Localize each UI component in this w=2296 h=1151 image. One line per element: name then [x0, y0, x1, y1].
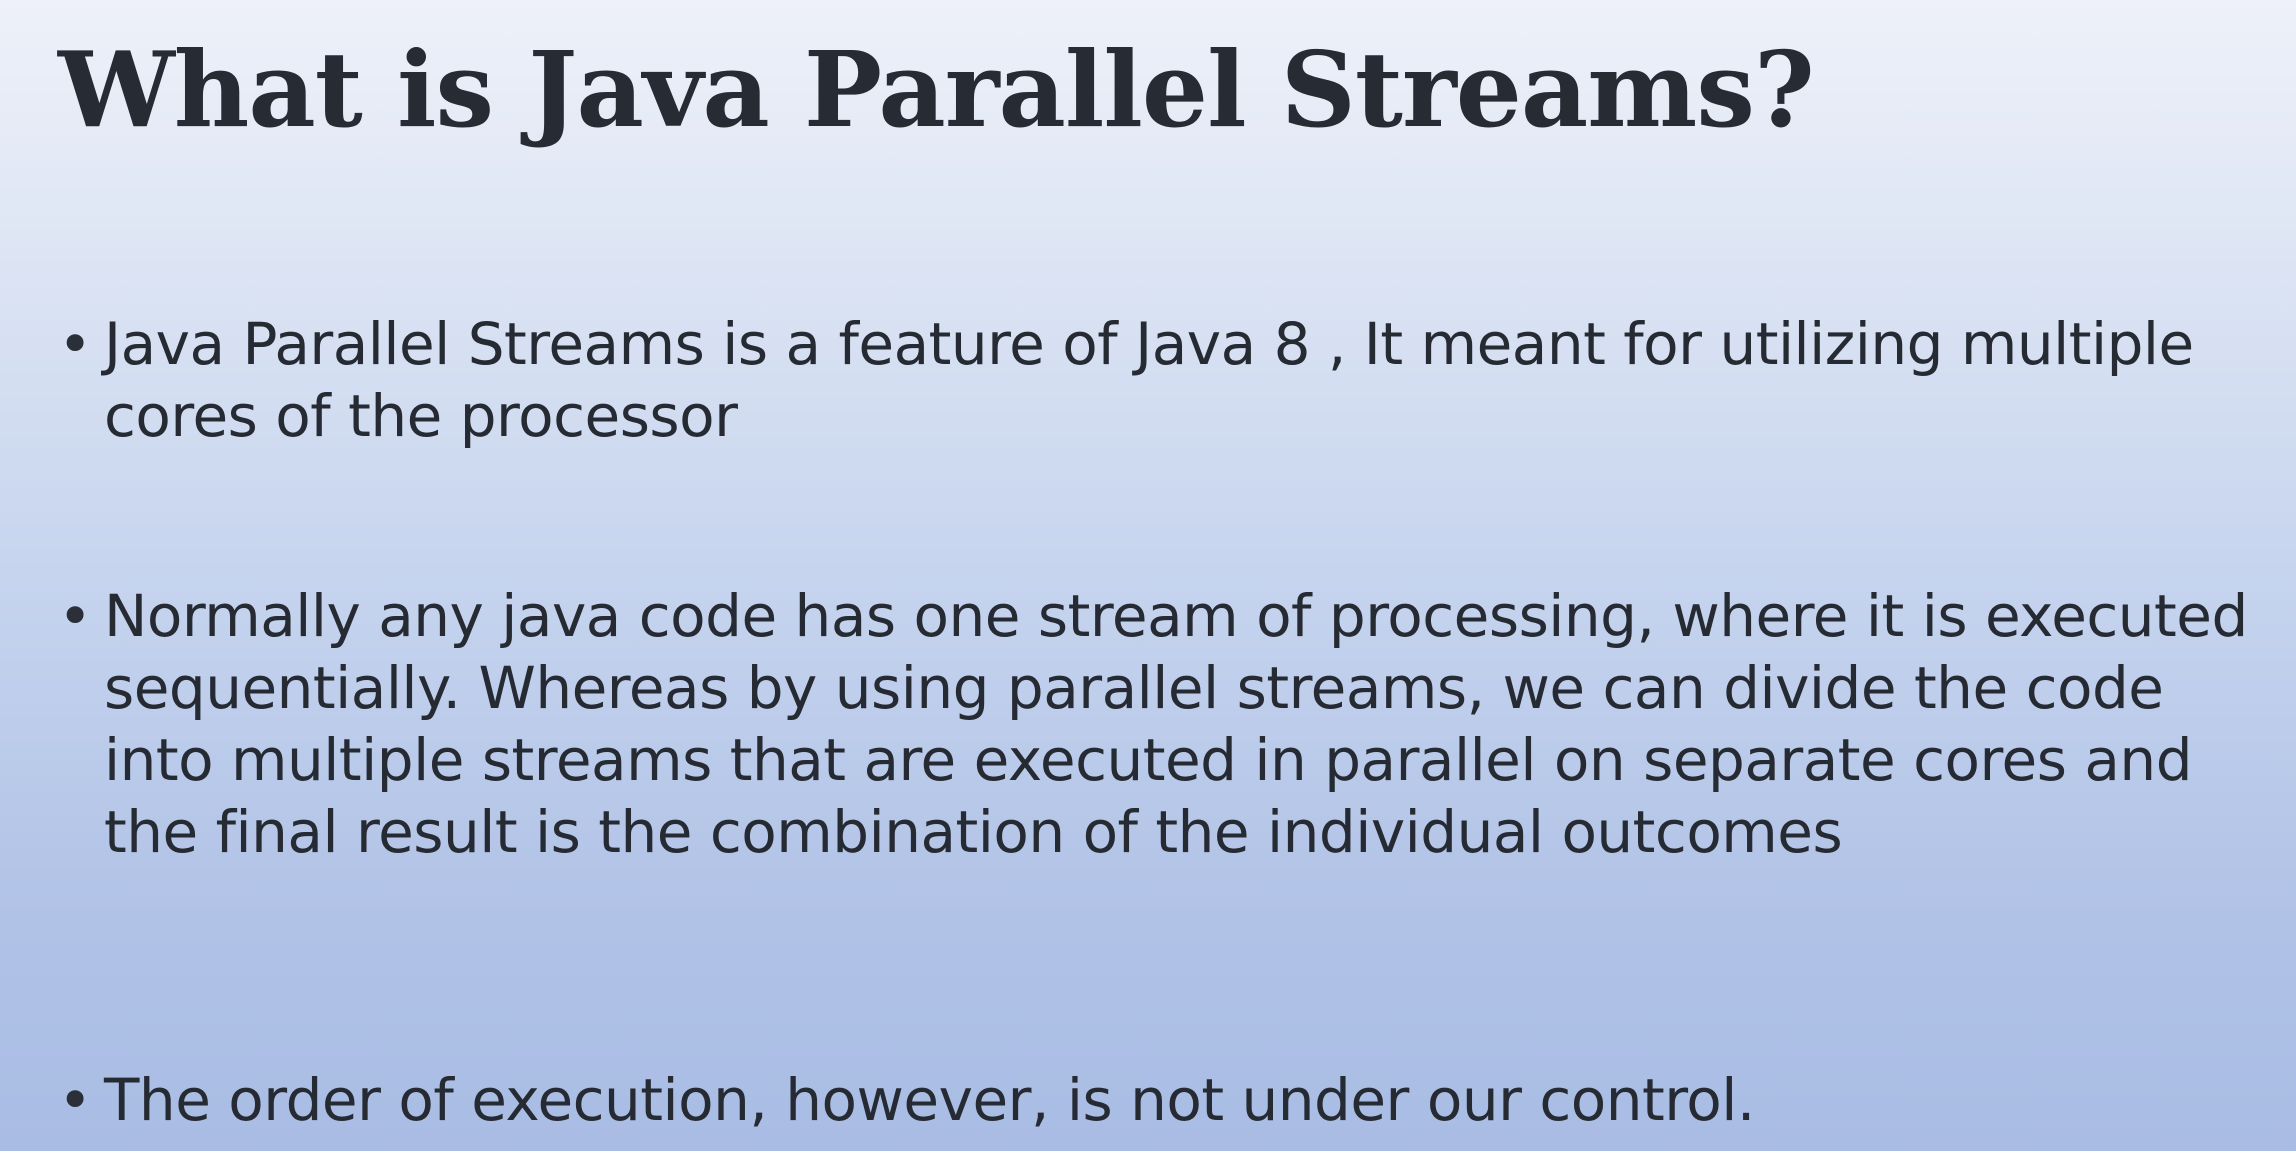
bullet-text: Normally any java code has one stream of…: [104, 582, 2248, 866]
slide: What is Java Parallel Streams? • Java Pa…: [0, 0, 2296, 1151]
bullet-text: The order of execution, however, is not …: [104, 1066, 1755, 1134]
bullet-icon: •: [58, 310, 93, 378]
bullet-icon: •: [58, 1066, 93, 1134]
slide-title: What is Java Parallel Streams?: [58, 28, 1815, 151]
bullet-icon: •: [58, 582, 93, 650]
bullet-text: Java Parallel Streams is a feature of Ja…: [104, 310, 2194, 450]
